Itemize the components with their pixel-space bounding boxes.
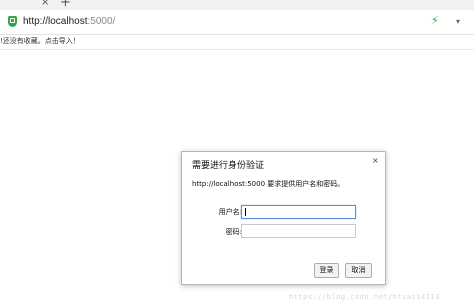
password-field[interactable] — [241, 224, 356, 238]
auth-dialog: 需要进行身份验证 × http://localhost:5000 要求提供用户名… — [181, 151, 386, 285]
bookmarks-bar: !还没有收藏。点击导入！ — [0, 35, 474, 50]
watermark: https://blog.csdn.net/htsai14113 — [289, 293, 440, 301]
url-host: http://localhost — [23, 16, 88, 27]
dialog-title: 需要进行身份验证 — [192, 161, 265, 171]
username-label: 用户名: — [218, 208, 242, 216]
cancel-button[interactable]: 取消 — [345, 263, 372, 278]
new-tab-icon[interactable]: + — [60, 0, 71, 10]
tab-close-icon[interactable]: × — [41, 0, 49, 9]
username-field[interactable] — [241, 205, 356, 219]
address-bar[interactable]: http://localhost:5000/ ⚡ ▾ — [0, 10, 474, 35]
text-cursor — [245, 208, 246, 216]
tab-strip: × + — [0, 0, 474, 10]
chevron-down-icon[interactable]: ▾ — [456, 16, 460, 28]
bookmarks-empty-message[interactable]: !还没有收藏。点击导入！ — [0, 36, 80, 47]
shield-icon[interactable] — [8, 16, 17, 27]
url-text[interactable]: http://localhost:5000/ — [23, 15, 115, 28]
url-port-path: :5000/ — [87, 16, 116, 27]
password-label: 密码: — [225, 228, 242, 236]
login-button[interactable]: 登录 — [314, 263, 339, 278]
close-icon[interactable]: × — [372, 156, 379, 166]
dialog-message: http://localhost:5000 要求提供用户名和密码。 — [192, 180, 345, 188]
lightning-icon[interactable]: ⚡ — [431, 14, 439, 28]
